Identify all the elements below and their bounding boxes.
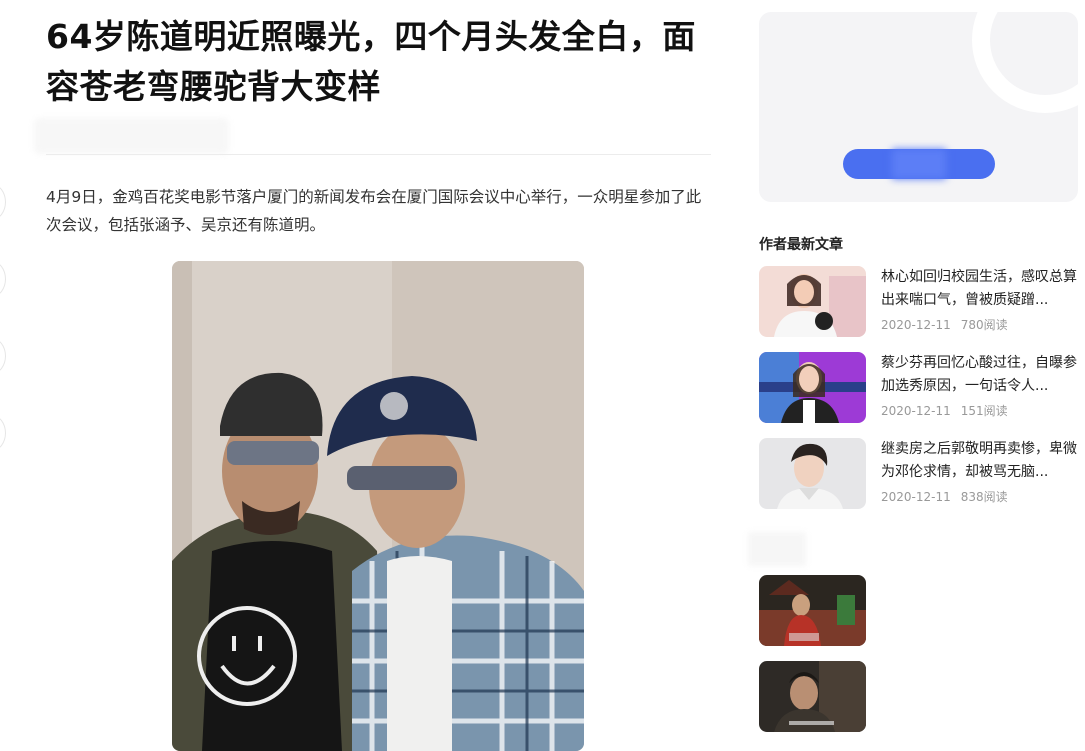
section-title: 作者最新文章	[759, 237, 843, 253]
comment-button[interactable]	[0, 338, 6, 374]
article-thumbnail[interactable]	[759, 352, 866, 423]
item-meta: 2020-12-11 838阅读	[881, 488, 1008, 505]
video-thumbnail[interactable]	[759, 575, 866, 646]
ad-card[interactable]	[759, 12, 1078, 202]
article-title: 64岁陈道明近照曝光，四个月头发全白，面容苍老弯腰驼背大变样	[46, 17, 696, 106]
video-item[interactable]	[759, 575, 1085, 647]
share-button[interactable]	[0, 184, 6, 220]
article-paragraph: 4月9日，金鸡百花奖电影节落户厦门的新闻发布会在厦门国际会议中心举行，一众明星参…	[46, 188, 702, 234]
article-image	[172, 261, 584, 751]
item-meta: 2020-12-11 151阅读	[881, 402, 1008, 419]
item-reads: 780阅读	[960, 318, 1008, 332]
list-item[interactable]: 林心如回归校园生活，感叹总算出来喘口气，曾被质疑蹭... 2020-12-11 7…	[759, 266, 1085, 338]
item-reads: 151阅读	[960, 404, 1008, 418]
item-title[interactable]: 蔡少芬再回忆心酸过往，自曝参加选秀原因，一句话令人...	[881, 352, 1083, 398]
blurred-section-label	[748, 532, 806, 566]
item-date: 2020-12-11	[881, 404, 951, 418]
divider	[46, 154, 711, 155]
item-date: 2020-12-11	[881, 490, 951, 504]
video-thumbnail[interactable]	[759, 661, 866, 732]
author-info[interactable]	[34, 118, 229, 154]
item-reads: 838阅读	[960, 490, 1008, 504]
decorative-ring	[972, 12, 1078, 113]
list-item[interactable]: 蔡少芬再回忆心酸过往，自曝参加选秀原因，一句话令人... 2020-12-11 1…	[759, 352, 1085, 424]
item-title[interactable]: 继卖房之后郭敬明再卖惨，卑微为邓伦求情，却被骂无脑...	[881, 438, 1083, 484]
item-meta: 2020-12-11 780阅读	[881, 316, 1008, 333]
item-title[interactable]: 林心如回归校园生活，感叹总算出来喘口气，曾被质疑蹭...	[881, 266, 1083, 312]
article-thumbnail[interactable]	[759, 266, 866, 337]
like-button[interactable]	[0, 261, 6, 297]
ad-action-button[interactable]	[843, 149, 995, 179]
article-thumbnail[interactable]	[759, 438, 866, 509]
collect-button[interactable]	[0, 415, 6, 451]
list-item[interactable]: 继卖房之后郭敬明再卖惨，卑微为邓伦求情，却被骂无脑... 2020-12-11 8…	[759, 438, 1085, 510]
video-item[interactable]	[759, 661, 1085, 733]
item-date: 2020-12-11	[881, 318, 951, 332]
